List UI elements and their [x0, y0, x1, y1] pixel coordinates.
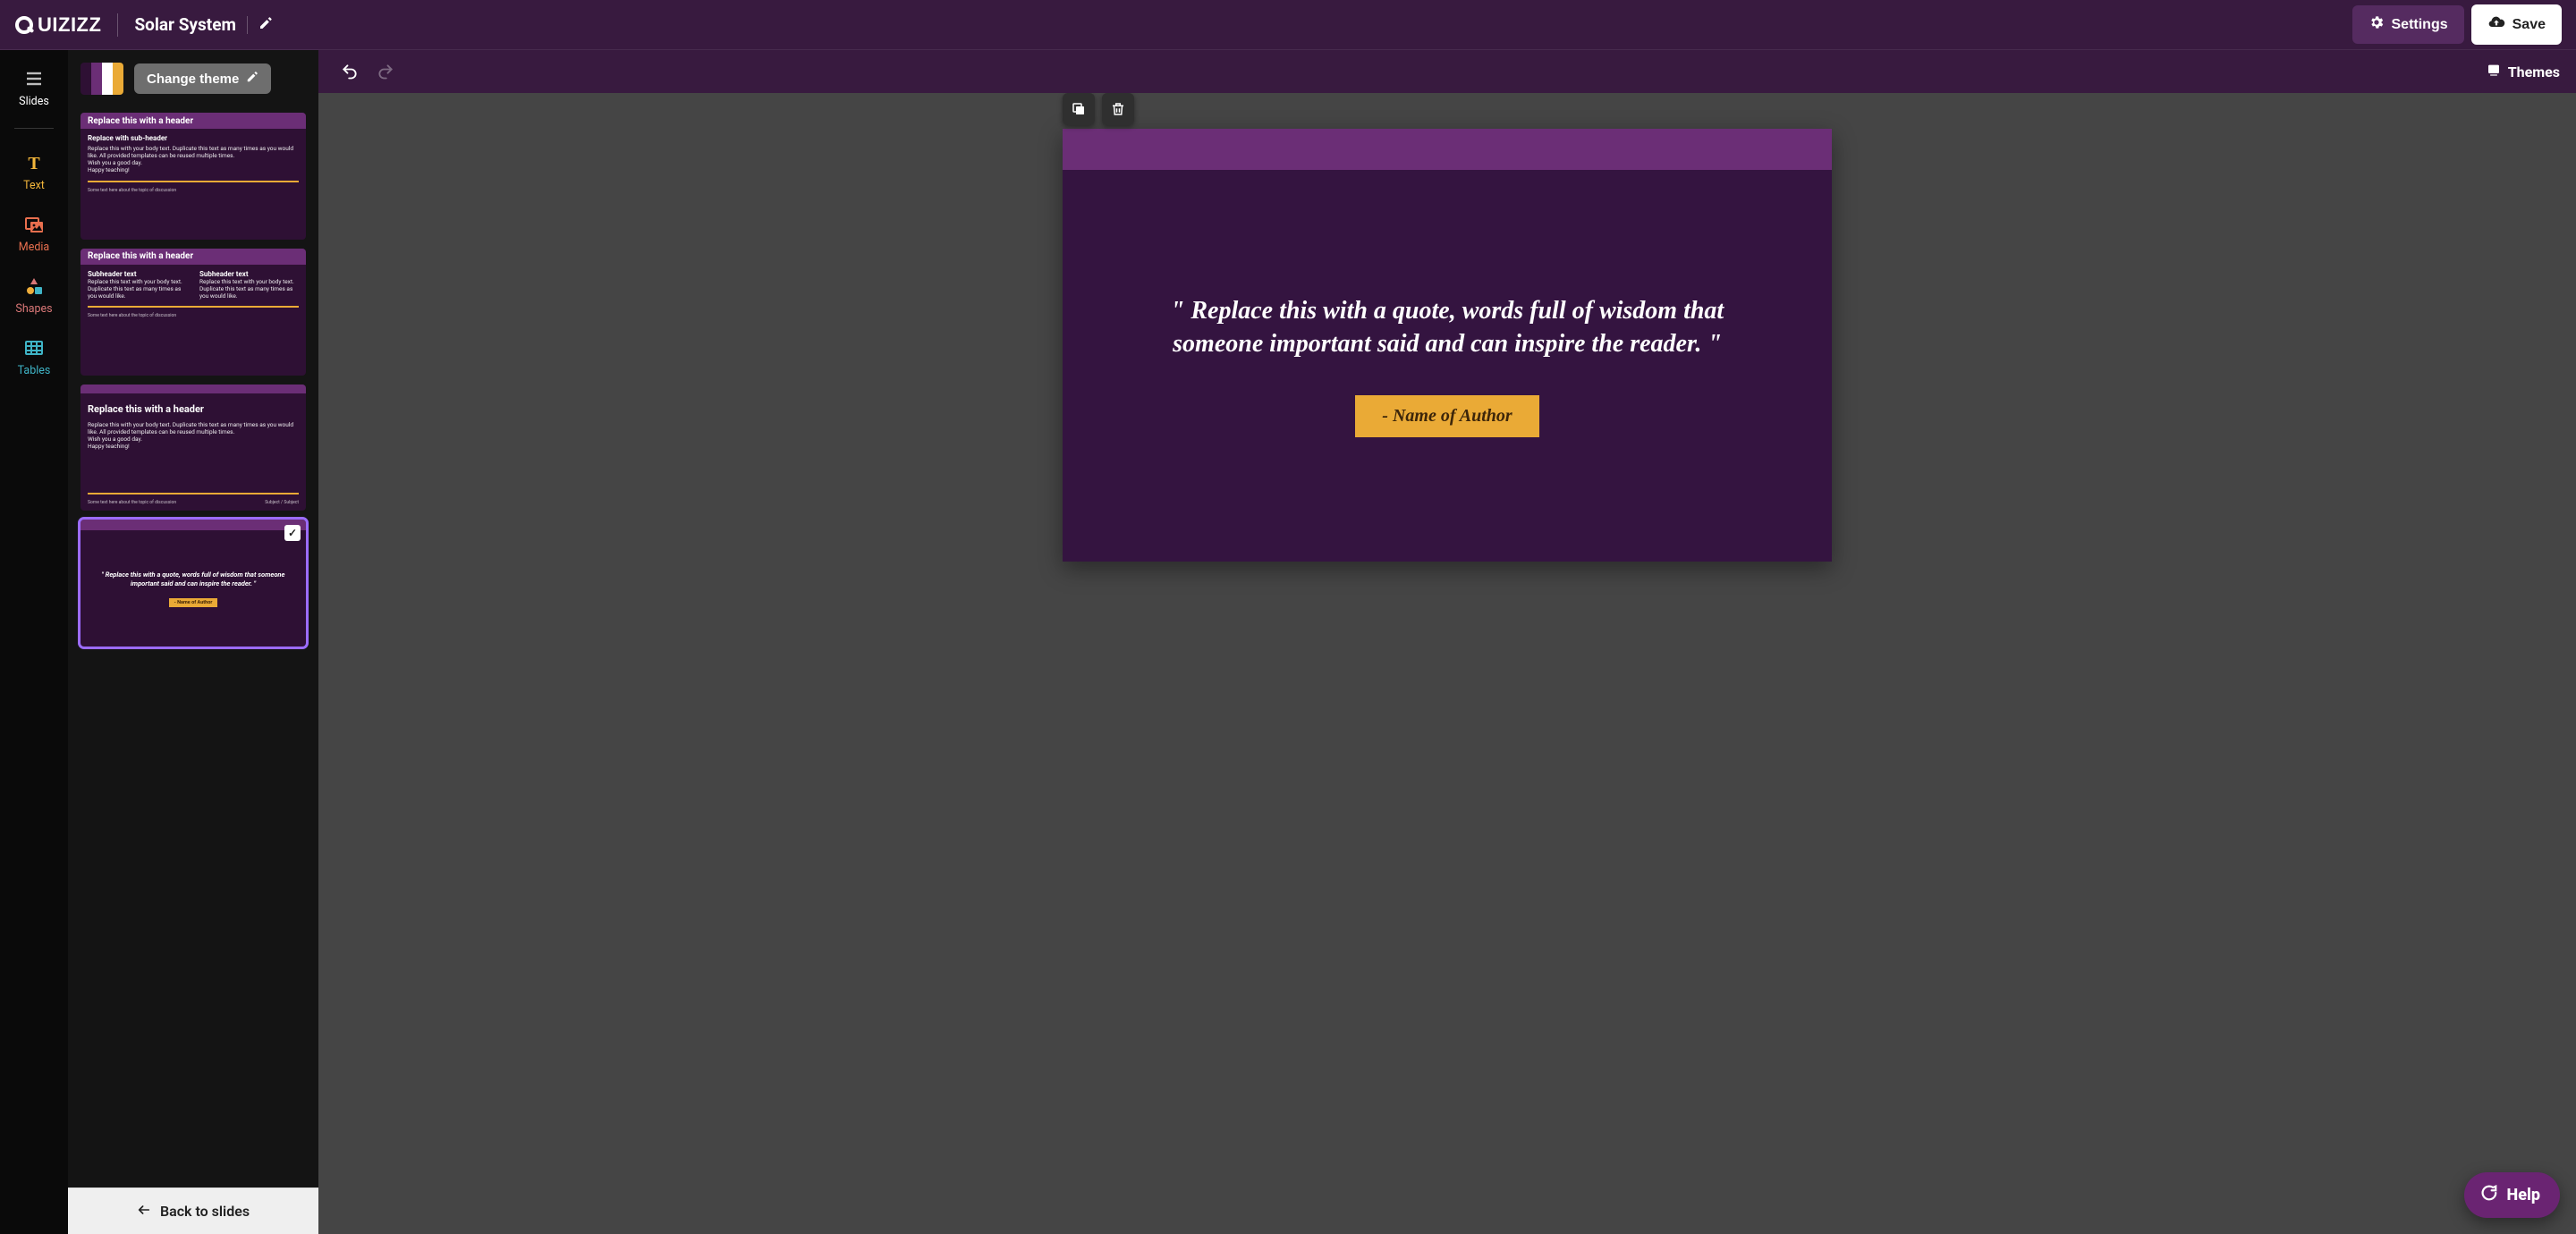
text-icon: T [21, 150, 47, 175]
thumb-footer: Some text here about the topic of discus… [88, 313, 176, 318]
panel-header: Change theme [68, 50, 318, 104]
divider [14, 128, 54, 129]
rail-label: Slides [19, 95, 49, 108]
slide-thumbnail[interactable]: Replace this with a header Replace with … [80, 113, 306, 240]
slide-thumbnail[interactable]: " Replace this with a quote, words full … [80, 520, 306, 647]
thumb-header: Replace this with a header [80, 113, 306, 129]
rail-shapes[interactable]: Shapes [15, 270, 52, 319]
themes-button[interactable]: Themes [2487, 63, 2560, 80]
theme-swatch[interactable] [80, 63, 123, 95]
slide-thumbnail[interactable]: Replace this with a header Subheader tex… [80, 249, 306, 376]
redo-button[interactable] [370, 56, 401, 87]
back-label: Back to slides [160, 1203, 250, 1220]
delete-slide-button[interactable] [1102, 93, 1134, 125]
shapes-icon [21, 274, 47, 299]
thumb-col-body: Replace this text with your body text. D… [199, 278, 299, 300]
rail-tables[interactable]: Tables [18, 332, 51, 381]
band [80, 385, 306, 393]
slides-icon [21, 66, 47, 91]
thumb-body: Replace this with your body text. Duplic… [88, 145, 299, 174]
thumb-col-body: Replace this text with your body text. D… [88, 278, 187, 300]
document-title: Solar System [134, 14, 235, 35]
thumb-header: Replace this with a header [80, 249, 306, 265]
arrow-left-icon [137, 1203, 151, 1221]
slide-thumbnail[interactable]: Replace this with a header Replace this … [80, 385, 306, 511]
logo-mark-icon [14, 14, 36, 36]
divider [247, 16, 248, 34]
left-rail: Slides T Text Media Shapes Tables [0, 50, 68, 1234]
rail-label: Tables [18, 364, 51, 377]
canvas-area: Themes " Replace this with a quote, word… [318, 50, 2576, 1234]
rail-label: Text [23, 179, 45, 192]
rail-text[interactable]: T Text [21, 147, 47, 196]
change-theme-label: Change theme [147, 72, 239, 87]
rule [88, 306, 299, 308]
rule [88, 493, 299, 494]
canvas-toolbar: Themes [318, 50, 2576, 93]
thumb-quote: " Replace this with a quote, words full … [98, 571, 288, 588]
swatch-color [80, 63, 91, 95]
thumb-header: Replace this with a header [88, 403, 299, 415]
thumb-body: Replace this with your body text. Duplic… [88, 421, 299, 451]
slide-stage[interactable]: " Replace this with a quote, words full … [318, 93, 2576, 1234]
rail-label: Media [19, 241, 49, 254]
save-button[interactable]: Save [2471, 4, 2562, 45]
thumb-col-sub: Subheader text [199, 270, 299, 278]
band [80, 520, 306, 530]
slide-wrapper: " Replace this with a quote, words full … [1063, 129, 1832, 562]
thumb-footer: Some text here about the topic of discus… [88, 188, 176, 193]
save-label: Save [2512, 17, 2546, 33]
rail-media[interactable]: Media [19, 208, 49, 258]
help-button[interactable]: Help [2464, 1172, 2560, 1218]
svg-text:T: T [28, 154, 40, 173]
slide-author-box[interactable]: - Name of Author [1355, 395, 1538, 437]
slide-body: " Replace this with a quote, words full … [1063, 170, 1832, 562]
logo: UIZIZZ [14, 13, 101, 37]
change-theme-button[interactable]: Change theme [134, 63, 271, 94]
tables-icon [21, 335, 47, 360]
thumbnail-list[interactable]: Replace this with a header Replace with … [68, 104, 318, 1188]
undo-button[interactable] [335, 56, 365, 87]
swatch-color [102, 63, 113, 95]
duplicate-slide-button[interactable] [1063, 93, 1095, 125]
slide[interactable]: " Replace this with a quote, words full … [1063, 129, 1832, 562]
rail-slides[interactable]: Slides [19, 63, 49, 112]
settings-label: Settings [2392, 17, 2448, 33]
chat-icon [2479, 1183, 2498, 1207]
pencil-icon [246, 71, 258, 87]
thumb-footer-right: Subject / Subject [265, 500, 299, 505]
thumbnail-panel: Change theme Replace this with a header … [68, 50, 318, 1234]
slide-actions [1063, 93, 1134, 125]
thumb-author: - Name of Author [169, 598, 218, 607]
gear-icon [2368, 14, 2385, 35]
settings-button[interactable]: Settings [2352, 5, 2464, 44]
cloud-save-icon [2487, 13, 2505, 36]
themes-label: Themes [2508, 63, 2560, 80]
thumb-subheader: Replace with sub-header [88, 134, 299, 142]
rule [88, 181, 299, 182]
thumb-footer-left: Some text here about the topic of discus… [88, 500, 176, 505]
themes-icon [2487, 63, 2501, 80]
divider [117, 13, 118, 37]
rail-label: Shapes [15, 302, 52, 316]
thumb-col-sub: Subheader text [88, 270, 187, 278]
help-label: Help [2507, 1186, 2540, 1204]
slide-quote-text[interactable]: " Replace this with a quote, words full … [1134, 294, 1760, 362]
swatch-color [91, 63, 102, 95]
media-icon [21, 212, 47, 237]
back-to-slides-button[interactable]: Back to slides [68, 1188, 318, 1234]
slide-band [1063, 129, 1832, 170]
edit-title-button[interactable] [258, 16, 273, 34]
app-header: UIZIZZ Solar System Settings Save [0, 0, 2576, 50]
check-icon: ✓ [284, 525, 301, 541]
swatch-color [113, 63, 123, 95]
